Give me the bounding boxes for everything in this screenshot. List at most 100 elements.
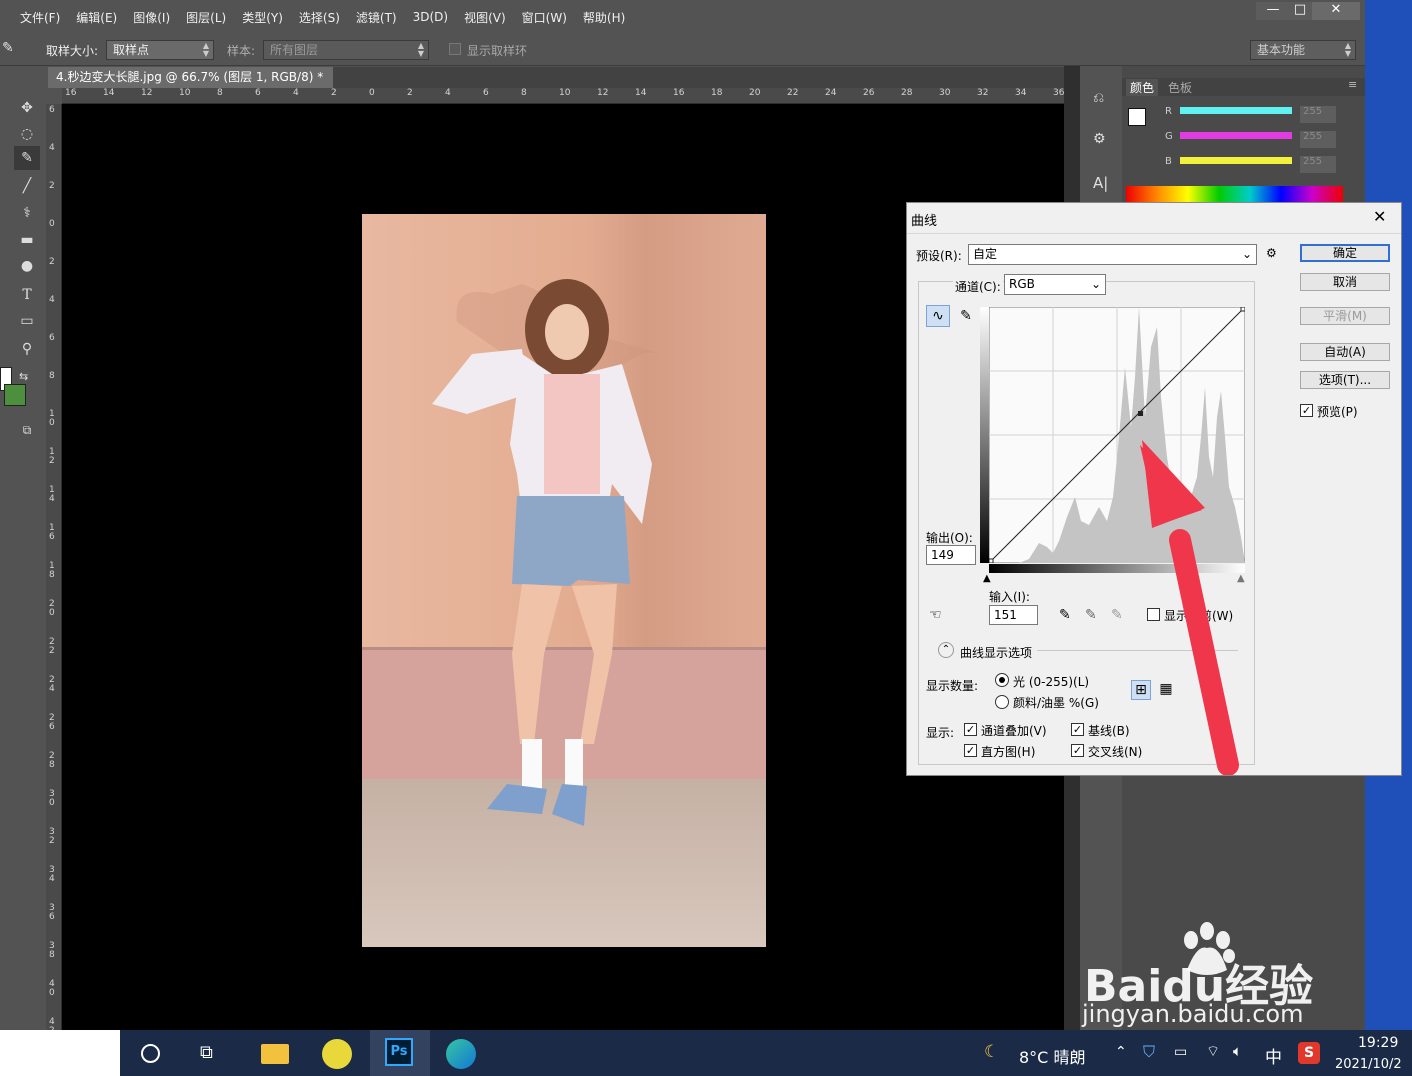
weather-text[interactable]: 8°C 晴朗 [1019, 1044, 1085, 1068]
document-tab[interactable]: 4.秒边变大长腿.jpg @ 66.7% (图层 1, RGB/8) * × [48, 67, 333, 88]
targeted-adjustment-icon[interactable]: ☜ [929, 607, 942, 623]
photoshop-taskbar-item[interactable]: Ps [370, 1030, 430, 1076]
volume-icon[interactable]: 🔈︎ [1233, 1042, 1242, 1060]
photo-illustration [362, 214, 766, 947]
shape-tool-icon[interactable]: ▭ [14, 309, 40, 333]
options-button[interactable]: 选项(T)... [1300, 371, 1390, 389]
ime-indicator[interactable]: 中 [1265, 1043, 1282, 1068]
search-box[interactable] [0, 1030, 120, 1076]
menu-select[interactable]: 选择(S) [291, 9, 348, 26]
clock-time[interactable]: 19:29 [1358, 1035, 1398, 1051]
cancel-button[interactable]: 取消 [1300, 273, 1390, 291]
channel-overlay-checkbox[interactable]: ✓ [964, 723, 977, 736]
menu-filter[interactable]: 滤镜(T) [348, 9, 405, 26]
battery-icon[interactable]: ▭ [1174, 1044, 1187, 1060]
auto-button[interactable]: 自动(A) [1300, 343, 1390, 361]
channel-r-value[interactable]: 255 [1300, 106, 1336, 123]
black-point-slider-icon[interactable]: ▲ [983, 573, 991, 584]
file-explorer-icon[interactable] [261, 1044, 289, 1064]
channel-b-value[interactable]: 255 [1300, 156, 1336, 173]
eyedropper-tool-icon[interactable]: ✎ [14, 146, 40, 170]
menu-view[interactable]: 视图(V) [456, 9, 514, 26]
preset-select[interactable]: 自定 ⌄ [968, 244, 1257, 265]
title-divider [907, 233, 1401, 234]
music-app-icon[interactable] [322, 1039, 352, 1069]
type-tool-icon[interactable]: T [14, 283, 40, 307]
edge-browser-icon[interactable] [446, 1039, 476, 1069]
channel-g-slider[interactable] [1180, 132, 1292, 139]
baseline-checkbox[interactable]: ✓ [1071, 723, 1084, 736]
black-eyedropper-icon[interactable]: ✎ [1059, 607, 1071, 623]
history-panel-icon[interactable]: ⎌ [1093, 90, 1104, 106]
hruler-label: 18 [711, 88, 723, 98]
wifi-icon[interactable]: ⌔ [1206, 1042, 1220, 1061]
input-field[interactable]: 151 [989, 605, 1038, 625]
horizontal-ruler: 16 14 12 10 8 6 4 2 0 2 4 6 8 10 12 14 16 18 20 22 24 26 28 30 3… [62, 88, 1064, 104]
move-tool-icon[interactable]: ✥ [14, 96, 40, 120]
history-brush-icon[interactable]: ⚕ [14, 201, 40, 225]
channel-b-slider[interactable] [1180, 157, 1292, 164]
menu-help[interactable]: 帮助(H) [575, 9, 633, 26]
input-label: 输入(I): [989, 590, 1030, 604]
menu-bar: 文件(F) 编辑(E) 图像(I) 图层(L) 类型(Y) 选择(S) 滤镜(T… [0, 0, 1365, 34]
color-panel-foreground[interactable] [1128, 108, 1146, 126]
channel-g-value[interactable]: 255 [1300, 131, 1336, 148]
sample-size-select[interactable]: 取样点 ▲ ▼ [106, 40, 214, 60]
eyedropper-tool-icon[interactable]: ✎ [2, 40, 14, 56]
hruler-label: 4 [445, 88, 451, 98]
menu-window[interactable]: 窗口(W) [514, 9, 575, 26]
sample-size-label: 取样大小: [46, 44, 99, 58]
screen-mode-icon[interactable]: ⧉ [14, 418, 40, 442]
zoom-tool-icon[interactable]: ⚲ [14, 337, 40, 361]
character-panel-icon[interactable]: A| [1093, 174, 1108, 192]
vruler-label: 28 [49, 751, 55, 770]
menu-layer[interactable]: 图层(L) [178, 9, 234, 26]
clock-date[interactable]: 2021/10/2 [1335, 1057, 1402, 1072]
pigment-radio[interactable] [995, 695, 1009, 709]
hruler-label: 14 [635, 88, 647, 98]
task-view-icon[interactable]: ⧉ [200, 1042, 213, 1063]
brush-tool-icon[interactable]: ╱ [14, 174, 40, 198]
sogou-ime-icon[interactable]: S [1298, 1042, 1320, 1064]
panel-menu-icon[interactable]: ≡ [1348, 78, 1357, 91]
workspace-select[interactable]: 基本功能 ▲ ▼ [1250, 40, 1356, 60]
close-window-button[interactable]: ✕ [1312, 2, 1360, 20]
preset-gear-icon[interactable]: ⚙ [1266, 246, 1277, 260]
menu-edit[interactable]: 编辑(E) [68, 9, 125, 26]
tray-overflow-icon[interactable]: ⌃ [1115, 1044, 1127, 1060]
channel-select[interactable]: RGB ⌄ [1004, 274, 1106, 295]
tab-swatches[interactable]: 色板 [1168, 79, 1192, 96]
security-shield-icon[interactable]: ⛉ [1143, 1042, 1155, 1062]
properties-panel-icon[interactable]: ⚙ [1093, 131, 1106, 147]
lasso-tool-icon[interactable]: ◌ [14, 122, 40, 146]
light-radio[interactable] [995, 673, 1009, 687]
pencil-tool-icon[interactable]: ✎ [955, 305, 977, 327]
background-color-swatch[interactable] [4, 384, 26, 406]
menu-image[interactable]: 图像(I) [125, 9, 178, 26]
gradient-tool-icon[interactable]: ▬ [14, 228, 40, 252]
ok-button[interactable]: 确定 [1300, 244, 1390, 262]
dodge-tool-icon[interactable]: ● [14, 254, 40, 278]
dialog-close-icon[interactable]: ✕ [1373, 207, 1386, 226]
sample-select[interactable]: 所有图层 ▲ ▼ [263, 40, 429, 60]
gray-eyedropper-icon[interactable]: ✎ [1085, 607, 1097, 623]
swap-colors-icon[interactable]: ⇆ [19, 370, 28, 383]
menu-type[interactable]: 类型(Y) [234, 9, 291, 26]
show-ring-checkbox[interactable] [449, 43, 461, 55]
smooth-button[interactable]: 平滑(M) [1300, 307, 1390, 325]
collapse-options-icon[interactable]: ⌃ [938, 642, 954, 658]
curve-point-tool-icon[interactable]: ∿ [926, 305, 950, 327]
channel-r-slider[interactable] [1180, 107, 1292, 114]
output-field[interactable]: 149 [926, 545, 976, 565]
vruler-label: 8 [49, 371, 55, 381]
crosshair-checkbox[interactable]: ✓ [1071, 744, 1084, 757]
color-spectrum[interactable] [1126, 186, 1343, 202]
tab-color[interactable]: 颜色 [1126, 79, 1159, 96]
preview-checkbox[interactable]: ✓ [1300, 404, 1313, 417]
histogram-checkbox[interactable]: ✓ [964, 744, 977, 757]
hruler-label: 10 [559, 88, 571, 98]
menu-3d[interactable]: 3D(D) [405, 10, 456, 24]
hruler-label: 2 [407, 88, 413, 98]
cortana-icon[interactable] [141, 1044, 160, 1063]
menu-file[interactable]: 文件(F) [0, 9, 68, 26]
